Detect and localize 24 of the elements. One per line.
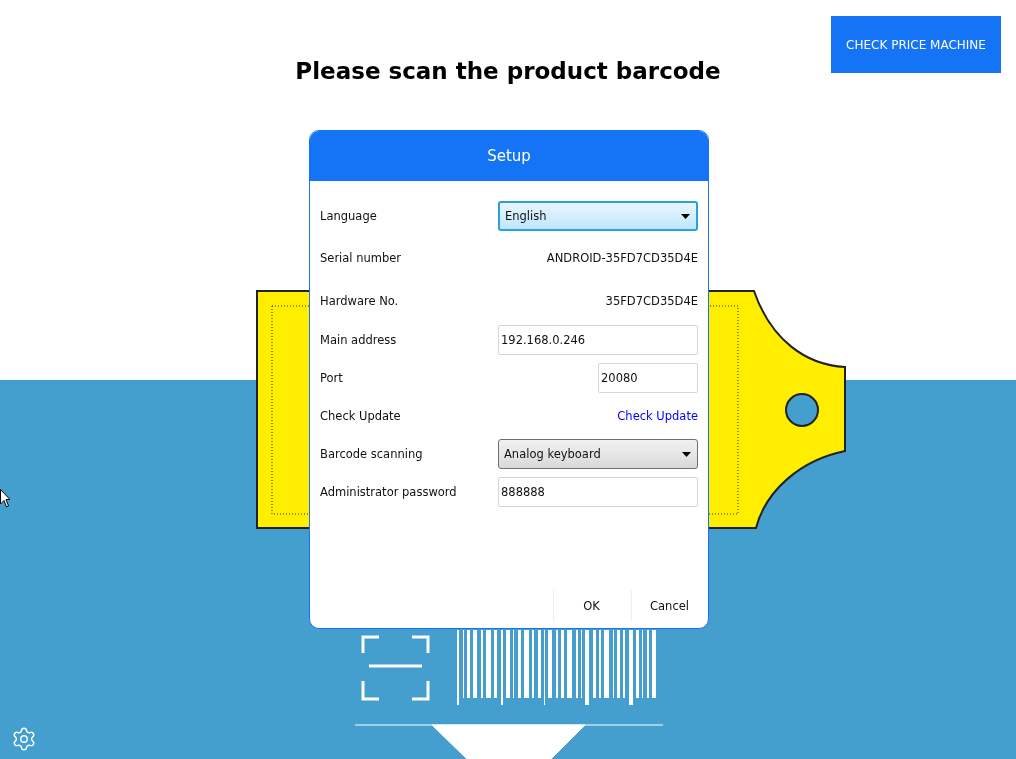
scan-frame-icon <box>361 633 430 701</box>
dropdown[interactable]: English <box>498 201 698 231</box>
dropdown[interactable]: Analog keyboard <box>498 439 698 469</box>
field-label: Administrator password <box>320 485 457 499</box>
field-label: Serial number <box>320 251 402 265</box>
caret-icon <box>682 451 691 457</box>
field-label: Language <box>320 209 377 223</box>
check-price-machine-button[interactable]: CHECK PRICE MACHINE <box>831 16 1001 73</box>
field-label: Hardware No. <box>320 294 399 308</box>
field-value: 35FD7CD35D4E <box>605 294 698 308</box>
field-label: Main address <box>320 333 397 347</box>
field-value: ANDROID-35FD7CD35D4E <box>546 251 698 265</box>
caret-icon <box>681 213 690 219</box>
dialog-title: Setup <box>487 147 531 165</box>
check-update-link[interactable]: Check Update <box>617 409 698 423</box>
cursor-icon <box>0 489 10 508</box>
field-label: Barcode scanning <box>320 447 423 461</box>
settings-icon[interactable] <box>11 726 37 752</box>
field-label: Port <box>320 371 343 385</box>
page-title: Please scan the product barcode <box>294 58 722 84</box>
input-field[interactable]: 888888 <box>498 477 698 507</box>
input-field[interactable]: 192.168.0.246 <box>498 325 698 355</box>
input-field[interactable]: 20080 <box>598 363 698 393</box>
field-label: Check Update <box>320 409 401 423</box>
